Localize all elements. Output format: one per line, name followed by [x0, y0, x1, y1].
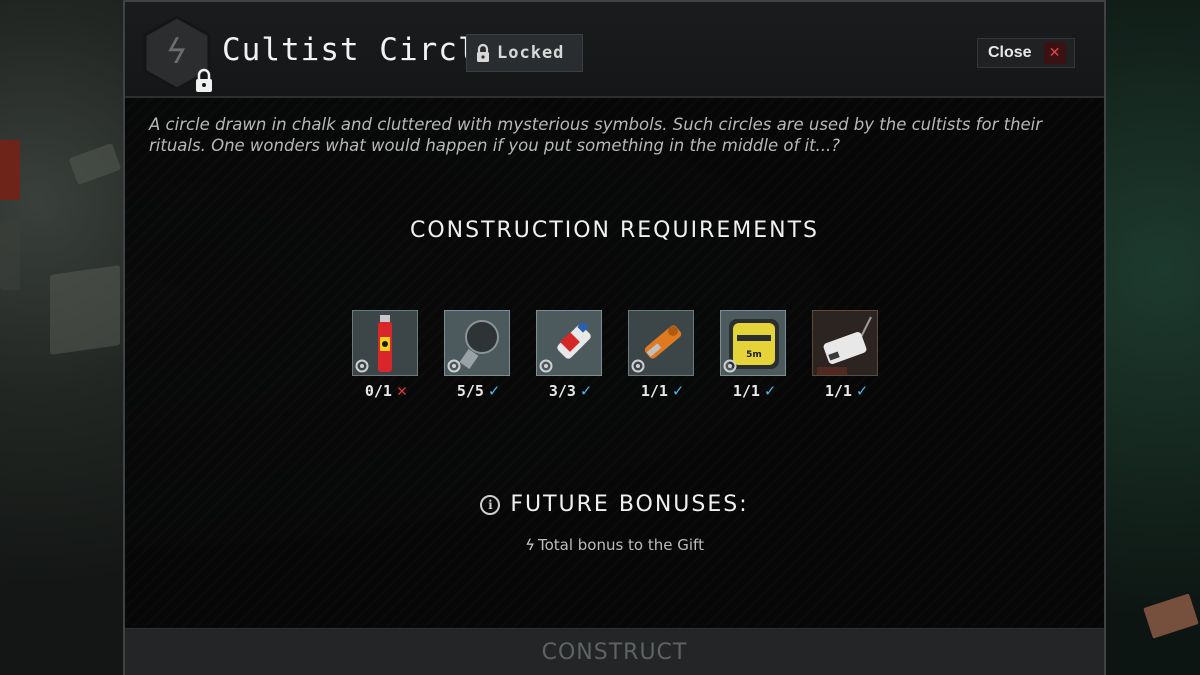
- bonus-item: ϟ Total bonus to the Gift: [125, 536, 1104, 554]
- requirement-slot[interactable]: 5m: [720, 310, 786, 376]
- requirement-slot[interactable]: [536, 310, 602, 376]
- requirement-count: 1/1 ✓: [627, 382, 697, 400]
- check-icon: ✓: [672, 380, 684, 401]
- cultist-circle-area-icon: ϟ: [141, 14, 213, 92]
- background-red-object: [0, 140, 20, 200]
- status-badge: Locked: [466, 34, 583, 72]
- bonus-item-label: Total bonus to the Gift: [537, 536, 704, 554]
- requirement-slot[interactable]: [444, 310, 510, 376]
- modal-body: A circle drawn in chalk and cluttered wi…: [125, 98, 1104, 628]
- page-title: Cultist Circle: [222, 32, 498, 68]
- close-button-label: Close: [988, 44, 1032, 61]
- construct-button-label: CONSTRUCT: [541, 639, 688, 665]
- requirement-count: 0/1 ✕: [351, 382, 421, 400]
- future-bonuses-heading: i FUTURE BONUSES:: [125, 492, 1104, 517]
- lock-icon: [477, 43, 489, 62]
- cross-icon: ✕: [396, 380, 408, 401]
- lock-icon: [196, 68, 212, 92]
- check-icon: ✓: [764, 380, 776, 401]
- requirement-item: 3/3 ✓: [535, 310, 605, 410]
- requirement-slot[interactable]: [628, 310, 694, 376]
- future-bonuses-title: FUTURE BONUSES:: [510, 492, 749, 517]
- background-brick: [1143, 593, 1199, 639]
- gift-rune-icon: ϟ: [523, 536, 537, 554]
- requirement-item: 1/1 ✓: [627, 310, 697, 410]
- tape-measure-label: 5m: [746, 350, 762, 360]
- found-in-raid-icon: [539, 359, 553, 373]
- found-in-raid-icon: [447, 359, 461, 373]
- area-modal: ϟ Cultist Circle Locked Close ✕ A circle…: [123, 0, 1106, 675]
- background-scene-right: [1105, 0, 1200, 675]
- construct-button[interactable]: CONSTRUCT: [125, 628, 1104, 675]
- background-debris: [68, 142, 122, 186]
- requirement-count-text: 1/1: [732, 382, 760, 400]
- check-icon: ✓: [488, 380, 500, 401]
- requirement-count: 1/1 ✓: [811, 382, 881, 400]
- modal-header: ϟ Cultist Circle Locked Close ✕: [125, 0, 1104, 98]
- requirement-item: 0/1 ✕: [351, 310, 421, 410]
- requirement-count: 1/1 ✓: [719, 382, 789, 400]
- requirement-count-text: 5/5: [456, 382, 484, 400]
- requirement-count: 5/5 ✓: [443, 382, 513, 400]
- background-debris: [0, 220, 20, 290]
- requirement-count-text: 3/3: [548, 382, 576, 400]
- found-in-raid-icon: [355, 359, 369, 373]
- background-debris: [50, 265, 120, 355]
- status-badge-label: Locked: [497, 43, 565, 63]
- requirement-item: 5/5 ✓: [443, 310, 513, 410]
- check-icon: ✓: [580, 380, 592, 401]
- background-scene-left: [0, 0, 125, 675]
- requirement-count-text: 1/1: [824, 382, 852, 400]
- info-icon: i: [480, 494, 501, 515]
- found-in-raid-icon: [631, 359, 645, 373]
- area-description: A circle drawn in chalk and cluttered wi…: [149, 115, 1043, 155]
- requirement-count-text: 0/1: [364, 382, 392, 400]
- requirements-list: 0/1 ✕ 5/5 ✓ 3/3 ✓ 1/1 ✓ 5m 1/1 ✓ 1/1 ✓: [351, 310, 891, 410]
- close-button[interactable]: Close ✕: [977, 38, 1075, 68]
- requirement-slot[interactable]: [812, 310, 878, 376]
- requirement-count: 3/3 ✓: [535, 382, 605, 400]
- requirement-slot[interactable]: [352, 310, 418, 376]
- requirement-item: 1/1 ✓: [811, 310, 881, 410]
- requirement-count-text: 1/1: [640, 382, 668, 400]
- requirement-item: 5m 1/1 ✓: [719, 310, 789, 410]
- radio-transmitter-icon: [817, 316, 872, 375]
- requirements-heading: CONSTRUCTION REQUIREMENTS: [409, 218, 819, 243]
- check-icon: ✓: [856, 380, 868, 401]
- close-icon: ✕: [1043, 42, 1066, 64]
- found-in-raid-icon: [723, 359, 737, 373]
